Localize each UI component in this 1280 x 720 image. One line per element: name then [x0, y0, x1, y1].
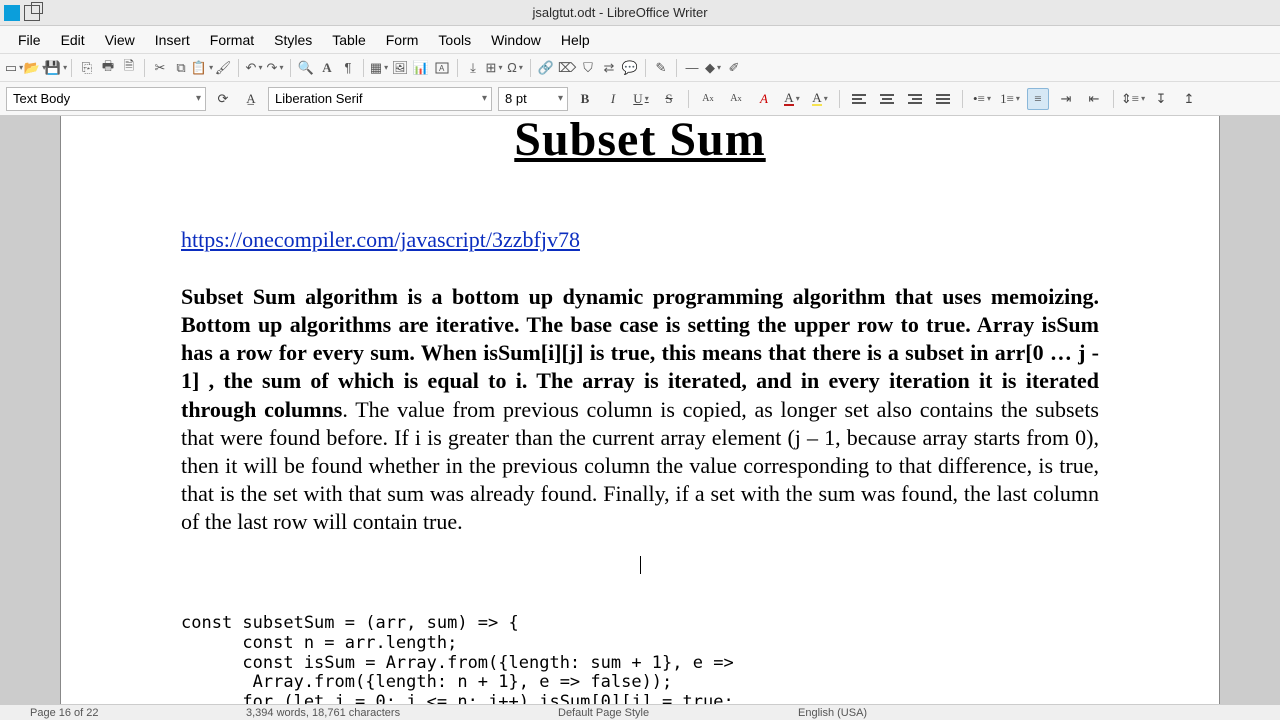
draw-button[interactable]: ✐	[726, 60, 742, 76]
subscript-button[interactable]: Ax	[725, 88, 747, 110]
shapes-button[interactable]: ◆	[705, 60, 721, 76]
text-cursor	[640, 556, 641, 574]
hyperlink-button[interactable]: 🔗	[538, 60, 554, 76]
menu-help[interactable]: Help	[551, 29, 600, 51]
menu-form[interactable]: Form	[376, 29, 429, 51]
status-wordcount[interactable]: 3,394 words, 18,761 characters	[246, 707, 400, 719]
new-doc-button[interactable]: ▭	[6, 60, 22, 76]
font-name-combo[interactable]: Liberation Serif ▾	[268, 87, 492, 111]
bookmark-button[interactable]: ⛉	[580, 60, 596, 76]
bullet-list-button[interactable]: •≡	[971, 88, 993, 110]
doc-heading: Subset Sum	[181, 116, 1099, 167]
font-size-value: 8 pt	[505, 91, 527, 106]
superscript-button[interactable]: Ax	[697, 88, 719, 110]
font-color-button[interactable]: A	[781, 88, 803, 110]
status-language[interactable]: English (USA)	[798, 707, 867, 719]
menu-edit[interactable]: Edit	[51, 29, 95, 51]
save-button[interactable]: 💾	[48, 60, 64, 76]
svg-text:A: A	[439, 64, 445, 73]
increase-spacing-button[interactable]: ↧	[1150, 88, 1172, 110]
insert-table-button[interactable]: ▦	[371, 60, 387, 76]
doc-hyperlink[interactable]: https://onecompiler.com/javascript/3zzbf…	[181, 227, 1099, 253]
formatting-marks-button[interactable]: ¶	[340, 60, 356, 76]
italic-button[interactable]: I	[602, 88, 624, 110]
line-spacing-button[interactable]: ⇕≡	[1122, 88, 1144, 110]
menu-view[interactable]: View	[95, 29, 145, 51]
strike-button[interactable]: S	[658, 88, 680, 110]
footnote-button[interactable]: ⌦	[559, 60, 575, 76]
app-icon	[4, 5, 20, 21]
menu-tools[interactable]: Tools	[428, 29, 481, 51]
menu-styles[interactable]: Styles	[264, 29, 322, 51]
formatting-toolbar: Text Body ▾ ⟳ A̲ Liberation Serif ▾ 8 pt…	[0, 82, 1280, 116]
font-name-value: Liberation Serif	[275, 91, 362, 106]
standard-toolbar: ▭ 📂 💾 ⎘ 🖶 🗎 ✂ ⧉ 📋 🖌 ↶ ↷ 🔍 A ¶ ▦ 🖼 📊 A ⤓ …	[0, 54, 1280, 82]
clear-formatting-button[interactable]: A	[753, 88, 775, 110]
menu-insert[interactable]: Insert	[145, 29, 200, 51]
highlight-button[interactable]: A	[809, 88, 831, 110]
insert-chart-button[interactable]: 📊	[413, 60, 429, 76]
doc-paragraph: Subset Sum algorithm is a bottom up dyna…	[181, 283, 1099, 536]
font-size-combo[interactable]: 8 pt ▾	[498, 87, 568, 111]
insert-image-button[interactable]: 🖼	[392, 60, 408, 76]
export-pdf-button[interactable]: ⎘	[79, 60, 95, 76]
new-style-button[interactable]: A̲	[240, 88, 262, 110]
menu-table[interactable]: Table	[322, 29, 375, 51]
align-right-button[interactable]	[904, 88, 926, 110]
clone-formatting-button[interactable]: 🖌	[215, 60, 231, 76]
document-page[interactable]: Subset Sum https://onecompiler.com/javas…	[60, 116, 1220, 720]
decrease-indent-button[interactable]: ⇤	[1083, 88, 1105, 110]
window-titlebar: jsalgtut.odt - LibreOffice Writer	[0, 0, 1280, 26]
comment-button[interactable]: 💬	[622, 60, 638, 76]
line-button[interactable]: ―	[684, 60, 700, 76]
align-center-button[interactable]	[876, 88, 898, 110]
track-changes-button[interactable]: ✎	[653, 60, 669, 76]
open-button[interactable]: 📂	[27, 60, 43, 76]
update-style-button[interactable]: ⟳	[212, 88, 234, 110]
spellcheck-button[interactable]: A	[319, 60, 335, 76]
undo-button[interactable]: ↶	[246, 60, 262, 76]
cut-button[interactable]: ✂	[152, 60, 168, 76]
insert-textbox-button[interactable]: A	[434, 60, 450, 76]
menu-format[interactable]: Format	[200, 29, 264, 51]
status-page[interactable]: Page 16 of 22	[0, 707, 99, 719]
align-left-button[interactable]	[848, 88, 870, 110]
window-title: jsalgtut.odt - LibreOffice Writer	[40, 5, 1200, 20]
paste-button[interactable]: 📋	[194, 60, 210, 76]
print-preview-button[interactable]: 🗎	[121, 60, 137, 76]
restore-icon[interactable]	[24, 5, 40, 21]
menu-window[interactable]: Window	[481, 29, 551, 51]
increase-indent-button[interactable]: ⇥	[1055, 88, 1077, 110]
underline-button[interactable]: U	[630, 88, 652, 110]
menu-file[interactable]: File	[8, 29, 51, 51]
page-break-button[interactable]: ⤓	[465, 60, 481, 76]
paragraph-style-combo[interactable]: Text Body ▾	[6, 87, 206, 111]
status-bar: Page 16 of 22 3,394 words, 18,761 charac…	[0, 704, 1280, 720]
field-button[interactable]: ⊞	[486, 60, 502, 76]
outline-button[interactable]: ≡	[1027, 88, 1049, 110]
special-char-button[interactable]: Ω	[507, 60, 523, 76]
status-pagestyle[interactable]: Default Page Style	[558, 707, 649, 719]
crossref-button[interactable]: ⇄	[601, 60, 617, 76]
document-workspace[interactable]: Subset Sum https://onecompiler.com/javas…	[0, 116, 1280, 720]
number-list-button[interactable]: 1≡	[999, 88, 1021, 110]
paragraph-style-value: Text Body	[13, 91, 70, 106]
redo-button[interactable]: ↷	[267, 60, 283, 76]
menubar: File Edit View Insert Format Styles Tabl…	[0, 26, 1280, 54]
print-button[interactable]: 🖶	[100, 60, 116, 76]
decrease-spacing-button[interactable]: ↥	[1178, 88, 1200, 110]
justify-button[interactable]	[932, 88, 954, 110]
bold-button[interactable]: B	[574, 88, 596, 110]
find-button[interactable]: 🔍	[298, 60, 314, 76]
copy-button[interactable]: ⧉	[173, 60, 189, 76]
